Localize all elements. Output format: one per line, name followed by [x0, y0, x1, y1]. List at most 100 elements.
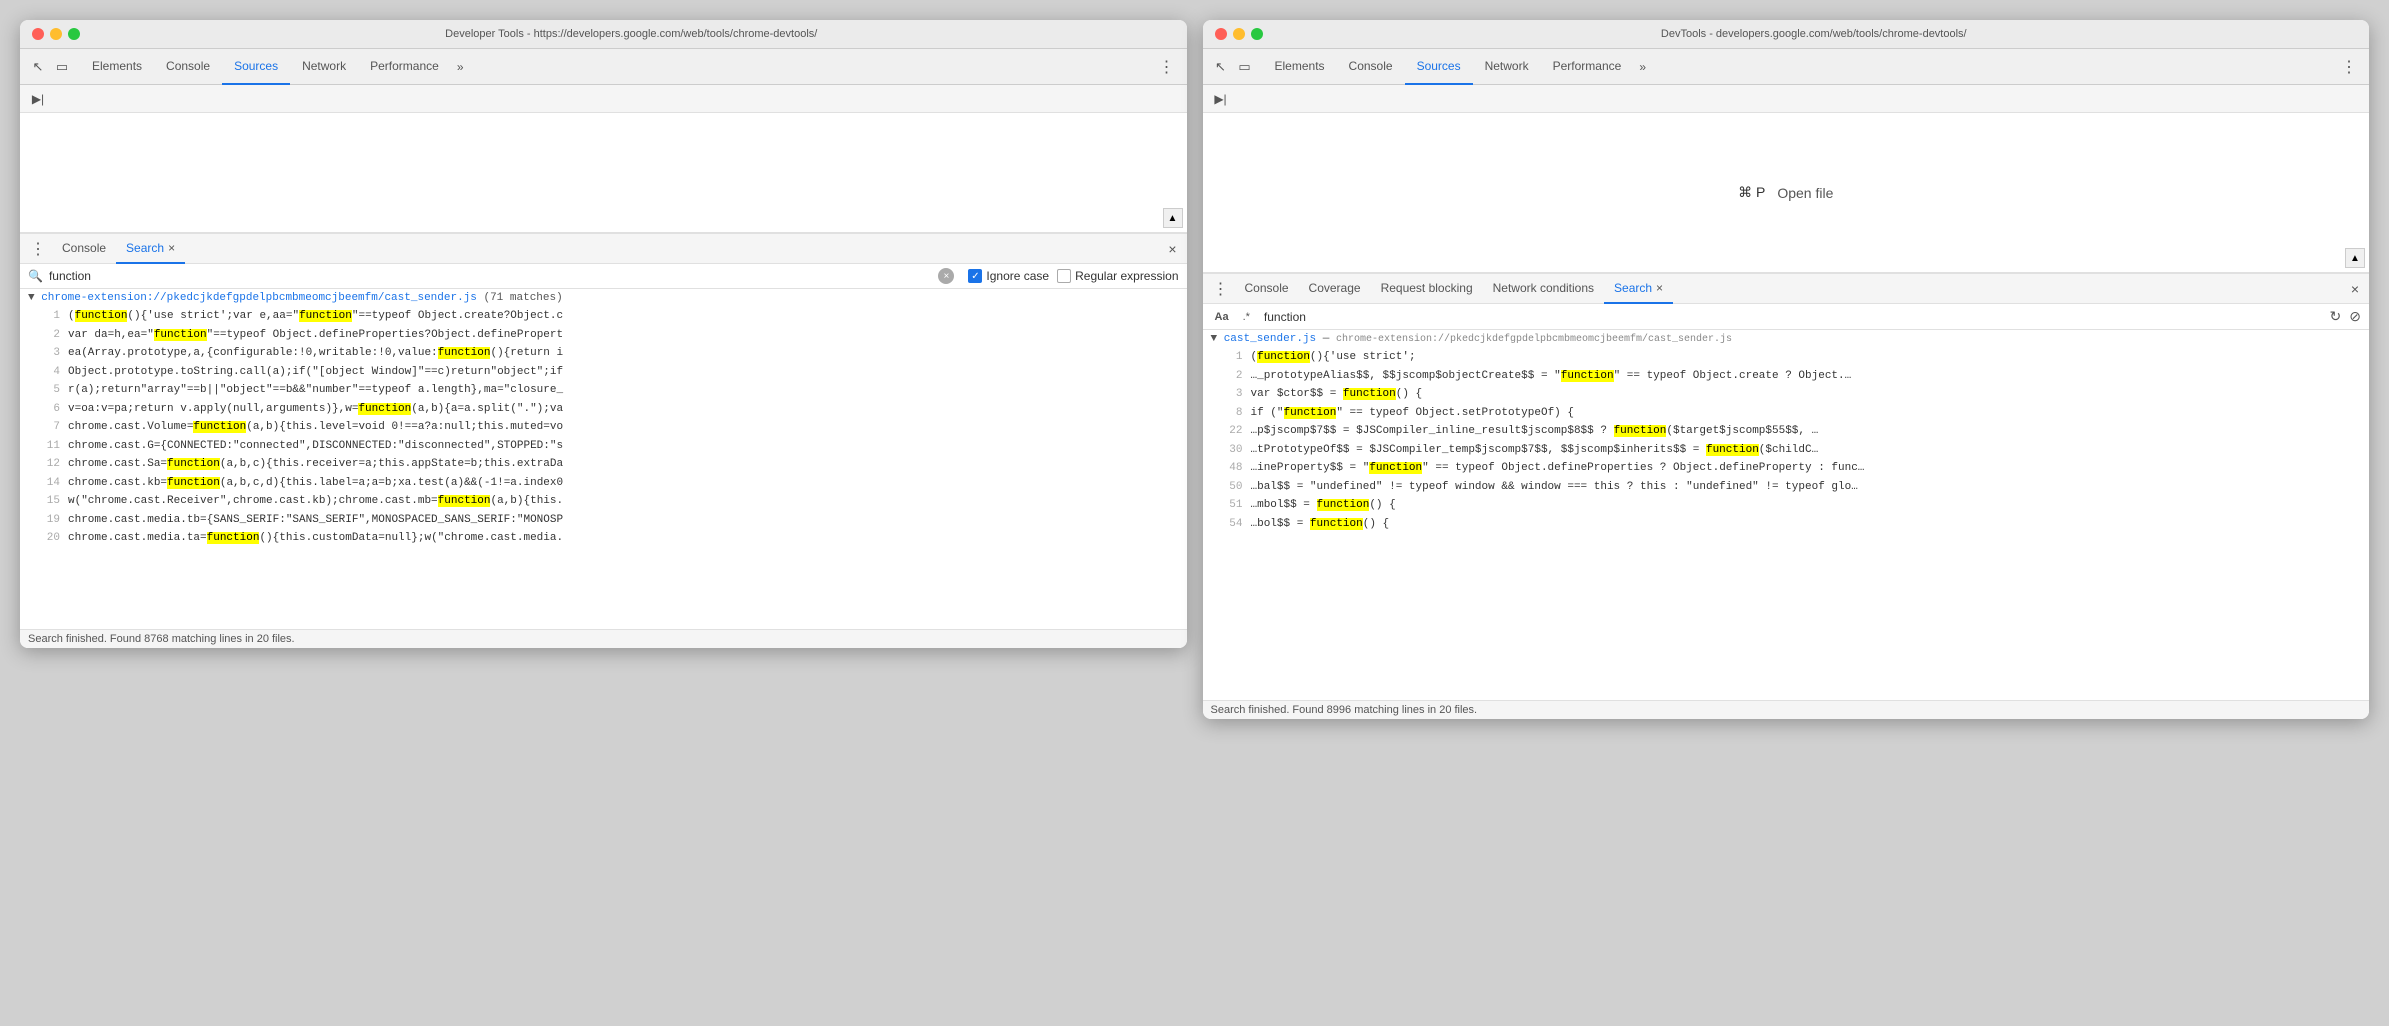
- right-tab-more[interactable]: »: [1633, 56, 1652, 78]
- table-row[interactable]: 11 chrome.cast.G={CONNECTED:"connected",…: [20, 437, 1187, 456]
- table-row[interactable]: 19 chrome.cast.media.tb={SANS_SERIF:"SAN…: [20, 511, 1187, 530]
- right-bottom-tab-search[interactable]: Search ×: [1604, 274, 1673, 304]
- line-content: …mbol$$ = function() {: [1251, 497, 2362, 514]
- close-button-right[interactable]: [1215, 28, 1227, 40]
- search-clear-button[interactable]: ×: [938, 268, 954, 284]
- table-row[interactable]: 22 …p$jscomp$7$$ = $JSCompiler_inline_re…: [1203, 422, 2370, 441]
- right-cursor-icon[interactable]: ↖: [1211, 57, 1231, 77]
- table-row[interactable]: 4 Object.prototype.toString.call(a);if("…: [20, 363, 1187, 382]
- search-action-icons: ↻ ⊘: [2330, 308, 2361, 325]
- right-bottom-panel-close[interactable]: ×: [2345, 281, 2365, 297]
- right-tab-console[interactable]: Console: [1337, 49, 1405, 85]
- aa-button[interactable]: Aa: [1211, 309, 1233, 325]
- minimize-button[interactable]: [50, 28, 62, 40]
- table-row[interactable]: 20 chrome.cast.media.ta=function(){this.…: [20, 529, 1187, 548]
- regex-button[interactable]: .*: [1239, 309, 1254, 325]
- table-row[interactable]: 5 r(a);return"array"==b||"object"==b&&"n…: [20, 381, 1187, 400]
- right-sidebar-toggle-icon[interactable]: ▶|: [1211, 89, 1231, 109]
- table-row[interactable]: 54 …bol$$ = function() {: [1203, 515, 2370, 534]
- right-file-sep: —: [1323, 333, 1336, 345]
- bottom-tab-menu-icon[interactable]: ⋮: [24, 239, 52, 259]
- table-row[interactable]: 15 w("chrome.cast.Receiver",chrome.cast.…: [20, 492, 1187, 511]
- refresh-icon[interactable]: ↻: [2330, 308, 2342, 325]
- right-bottom-tab-coverage[interactable]: Coverage: [1299, 274, 1371, 304]
- left-toolbar: ▶|: [20, 85, 1187, 113]
- table-row[interactable]: 1 (function(){'use strict';var e,aa="fun…: [20, 307, 1187, 326]
- close-button[interactable]: [32, 28, 44, 40]
- right-tab-bar: ↖ ▭ Elements Console Sources Network Per…: [1203, 49, 2370, 85]
- line-number: 1: [40, 308, 60, 325]
- maximize-button[interactable]: [68, 28, 80, 40]
- table-row[interactable]: 2 var da=h,ea="function"==typeof Object.…: [20, 326, 1187, 345]
- left-search-results: ▼ chrome-extension://pkedcjkdefgpdelpbcm…: [20, 289, 1187, 629]
- tab-more[interactable]: »: [451, 56, 470, 78]
- bottom-tab-console[interactable]: Console: [52, 234, 116, 264]
- table-row[interactable]: 3 var $ctor$$ = function() {: [1203, 385, 2370, 404]
- table-row[interactable]: 7 chrome.cast.Volume=function(a,b){this.…: [20, 418, 1187, 437]
- table-row[interactable]: 8 if ("function" == typeof Object.setPro…: [1203, 404, 2370, 423]
- line-number: 1: [1223, 349, 1243, 366]
- table-row[interactable]: 2 …_prototypeAlias$$, $$jscomp$objectCre…: [1203, 367, 2370, 386]
- left-devtools-window: Developer Tools - https://developers.goo…: [20, 20, 1187, 648]
- ignore-case-option[interactable]: ✓ Ignore case: [968, 269, 1049, 283]
- traffic-lights-right: [1215, 28, 1263, 40]
- right-bottom-tab-network-conditions[interactable]: Network conditions: [1483, 274, 1604, 304]
- right-file-header[interactable]: ▼ cast_sender.js — chrome-extension://pk…: [1203, 330, 2370, 348]
- left-file-header[interactable]: ▼ chrome-extension://pkedcjkdefgpdelpbcm…: [20, 289, 1187, 307]
- bottom-tab-search[interactable]: Search ×: [116, 234, 185, 264]
- right-tab-network[interactable]: Network: [1473, 49, 1541, 85]
- table-row[interactable]: 1 (function(){'use strict';: [1203, 348, 2370, 367]
- left-file-link[interactable]: chrome-extension://pkedcjkdefgpdelpbcmbm…: [41, 292, 477, 304]
- clear-results-icon[interactable]: ⊘: [2349, 308, 2361, 325]
- right-bottom-tab-menu-icon[interactable]: ⋮: [1207, 279, 1235, 299]
- right-devtools-menu[interactable]: ⋮: [2337, 53, 2361, 81]
- line-number: 14: [40, 475, 60, 492]
- cursor-icon[interactable]: ↖: [28, 57, 48, 77]
- tab-sources[interactable]: Sources: [222, 49, 290, 85]
- regex-label: Regular expression: [1075, 269, 1178, 283]
- right-status-text: Search finished. Found 8996 matching lin…: [1211, 704, 1478, 716]
- right-search-tab-close[interactable]: ×: [1656, 281, 1663, 295]
- sidebar-toggle-icon[interactable]: ▶|: [28, 89, 48, 109]
- maximize-button-right[interactable]: [1251, 28, 1263, 40]
- line-content: …tPrototypeOf$$ = $JSCompiler_temp$jscom…: [1251, 442, 2362, 459]
- scroll-to-top[interactable]: ▲: [1163, 208, 1183, 228]
- right-bottom-tab-bar: ⋮ Console Coverage Request blocking Netw…: [1203, 274, 2370, 304]
- tab-elements[interactable]: Elements: [80, 49, 154, 85]
- table-row[interactable]: 51 …mbol$$ = function() {: [1203, 496, 2370, 515]
- left-search-input[interactable]: [49, 269, 932, 283]
- traffic-lights-left: [32, 28, 80, 40]
- table-row[interactable]: 12 chrome.cast.Sa=function(a,b,c){this.r…: [20, 455, 1187, 474]
- right-tab-performance[interactable]: Performance: [1541, 49, 1634, 85]
- ignore-case-checkbox[interactable]: ✓: [968, 269, 982, 283]
- tab-performance[interactable]: Performance: [358, 49, 451, 85]
- tab-console[interactable]: Console: [154, 49, 222, 85]
- line-content: …bal$$ = "undefined" != typeof window &&…: [1251, 479, 2362, 496]
- right-scroll-to-top[interactable]: ▲: [2345, 248, 2365, 268]
- table-row[interactable]: 3 ea(Array.prototype,a,{configurable:!0,…: [20, 344, 1187, 363]
- line-number: 5: [40, 382, 60, 399]
- table-row[interactable]: 6 v=oa:v=pa;return v.apply(null,argument…: [20, 400, 1187, 419]
- minimize-button-right[interactable]: [1233, 28, 1245, 40]
- table-row[interactable]: 30 …tPrototypeOf$$ = $JSCompiler_temp$js…: [1203, 441, 2370, 460]
- devtools-menu[interactable]: ⋮: [1155, 53, 1179, 81]
- table-row[interactable]: 50 …bal$$ = "undefined" != typeof window…: [1203, 478, 2370, 497]
- right-tab-sources[interactable]: Sources: [1405, 49, 1473, 85]
- line-content: r(a);return"array"==b||"object"==b&&"num…: [68, 382, 1179, 399]
- right-bottom-tab-request-blocking[interactable]: Request blocking: [1371, 274, 1483, 304]
- right-search-input[interactable]: [1264, 310, 2324, 324]
- table-row[interactable]: 14 chrome.cast.kb=function(a,b,c,d){this…: [20, 474, 1187, 493]
- right-device-icon[interactable]: ▭: [1235, 57, 1255, 77]
- regex-checkbox[interactable]: [1057, 269, 1071, 283]
- right-bottom-tab-console[interactable]: Console: [1235, 274, 1299, 304]
- bottom-panel-close[interactable]: ×: [1162, 241, 1182, 257]
- right-tab-elements[interactable]: Elements: [1263, 49, 1337, 85]
- right-file-name[interactable]: cast_sender.js: [1224, 333, 1316, 345]
- left-source-area: ▲: [20, 113, 1187, 233]
- tab-network[interactable]: Network: [290, 49, 358, 85]
- device-icon[interactable]: ▭: [52, 57, 72, 77]
- left-file-arrow: ▼: [28, 292, 41, 304]
- table-row[interactable]: 48 …ineProperty$$ = "function" == typeof…: [1203, 459, 2370, 478]
- search-tab-close[interactable]: ×: [168, 241, 175, 255]
- regex-option[interactable]: Regular expression: [1057, 269, 1178, 283]
